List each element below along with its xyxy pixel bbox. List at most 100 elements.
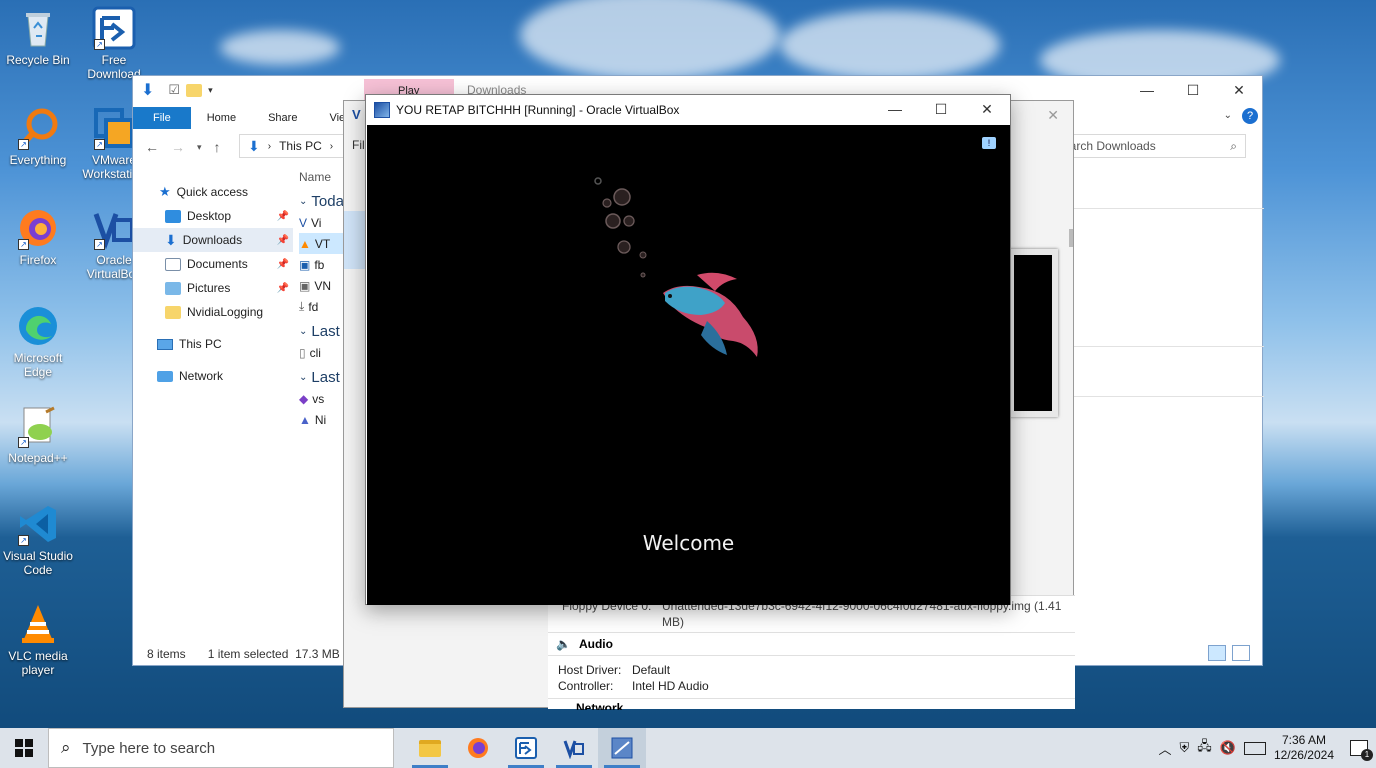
pin-icon[interactable]: 📌 bbox=[277, 259, 289, 270]
group-header[interactable]: ⌄ Last bbox=[299, 321, 349, 342]
breadcrumb-this-pc[interactable]: This PC bbox=[279, 139, 322, 153]
recent-chevron-icon[interactable]: ▾ bbox=[197, 142, 202, 153]
pin-icon[interactable]: 📌 bbox=[277, 211, 289, 222]
taskbar-virtualbox-vm[interactable] bbox=[598, 728, 646, 768]
network-section-header[interactable]: Network bbox=[548, 698, 1075, 710]
desktop-icon-label: Visual Studio Code bbox=[3, 549, 73, 577]
tab-file[interactable]: File bbox=[133, 107, 191, 129]
downloads-folder-icon: ⬇ bbox=[165, 231, 177, 248]
tab-share[interactable]: Share bbox=[252, 107, 313, 129]
desktop-icon-recycle-bin[interactable]: Recycle Bin bbox=[0, 6, 76, 67]
taskbar-clock[interactable]: 7:36 AM 12/26/2024 bbox=[1274, 733, 1334, 763]
notification-center-icon[interactable]: 1 bbox=[1350, 740, 1373, 761]
list-item[interactable]: V Vi bbox=[299, 212, 349, 233]
pin-icon[interactable]: 📌 bbox=[277, 235, 289, 246]
desktop-icon-label: Notepad++ bbox=[8, 451, 68, 465]
checkbox-icon[interactable]: ☑ bbox=[168, 82, 180, 98]
maximize-button[interactable]: ☐ bbox=[918, 95, 964, 123]
close-button[interactable]: ✕ bbox=[964, 95, 1010, 123]
group-label: Last bbox=[311, 369, 340, 386]
nav-quick-access[interactable]: ★ Quick access bbox=[133, 180, 293, 204]
right-pane-divider bbox=[1074, 396, 1264, 397]
status-selected-size: 17.3 MB bbox=[295, 647, 340, 661]
list-item[interactable]: ▣ fb bbox=[299, 254, 349, 275]
security-icon[interactable]: ⛨ bbox=[1179, 740, 1189, 756]
menu-file-partial[interactable]: Fil bbox=[352, 138, 365, 152]
list-item[interactable]: ◆ vs bbox=[299, 388, 349, 409]
file-explorer-icon bbox=[419, 739, 441, 757]
shortcut-arrow-icon: ↗ bbox=[94, 139, 105, 150]
nav-item-downloads[interactable]: ⬇ Downloads 📌 bbox=[133, 228, 293, 252]
vm-details-panel: Floppy Device 0: Unattended-13de7b3c-694… bbox=[548, 595, 1075, 710]
up-arrow-icon[interactable]: ↑ bbox=[214, 139, 221, 155]
audio-icon: 🔈 bbox=[556, 637, 571, 651]
nav-item-nvidialogging[interactable]: NvidiaLogging bbox=[133, 300, 293, 324]
desktop-icon-everything[interactable]: ↗ Everything bbox=[0, 106, 76, 167]
pin-icon[interactable]: 📌 bbox=[277, 283, 289, 294]
taskbar-firefox[interactable] bbox=[454, 728, 502, 768]
navigation-pane: ★ Quick access Desktop 📌 ⬇ Downloads 📌 D… bbox=[133, 180, 293, 388]
nav-network[interactable]: Network bbox=[133, 364, 293, 388]
tab-home[interactable]: Home bbox=[191, 107, 252, 129]
taskbar-free-download-manager[interactable] bbox=[502, 728, 550, 768]
status-selection: 1 item selected 17.3 MB bbox=[208, 647, 340, 661]
shortcut-arrow-icon: ↗ bbox=[18, 239, 29, 250]
taskbar-search-input[interactable]: ⌕ Type here to search bbox=[48, 728, 394, 768]
search-input[interactable]: Search Downloads ⌕ bbox=[1046, 134, 1246, 158]
list-item[interactable]: ▲ Ni bbox=[299, 409, 349, 430]
file-name: vs bbox=[312, 391, 325, 406]
chevron-down-icon: ⌄ bbox=[299, 326, 308, 337]
virtualbox-file-icon: V bbox=[299, 215, 308, 230]
start-button[interactable] bbox=[0, 728, 48, 768]
help-icon[interactable]: ? bbox=[1242, 108, 1258, 124]
list-item[interactable]: ▲ VT bbox=[299, 233, 349, 254]
vm-window-title: YOU RETAP BITCHHH [Running] - Oracle Vir… bbox=[396, 102, 680, 117]
group-header[interactable]: ⌄ Last bbox=[299, 367, 349, 388]
column-header-name[interactable]: Name bbox=[299, 166, 349, 187]
download-arrow-icon[interactable]: ⬇ bbox=[141, 80, 154, 100]
minimize-button[interactable]: — bbox=[872, 95, 918, 123]
close-button[interactable]: ✕ bbox=[1047, 107, 1059, 124]
list-item[interactable]: ▯ cli bbox=[299, 342, 349, 363]
free-download-manager-icon bbox=[515, 737, 537, 759]
virtualbox-window-icon bbox=[374, 101, 390, 118]
desktop-icon-vscode[interactable]: ↗ Visual Studio Code bbox=[0, 502, 76, 577]
network-status-icon[interactable]: 🖧 bbox=[1197, 737, 1212, 759]
desktop-icon-free-download[interactable]: ↗ Free Download bbox=[76, 6, 152, 81]
vm-guest-screen[interactable]: ! Welcome bbox=[367, 125, 1010, 605]
taskbar-file-explorer[interactable] bbox=[406, 728, 454, 768]
minimize-button[interactable]: — bbox=[1124, 76, 1170, 104]
nav-this-pc[interactable]: This PC bbox=[133, 332, 293, 356]
scroll-indicator[interactable] bbox=[1069, 229, 1073, 247]
nav-item-pictures[interactable]: Pictures 📌 bbox=[133, 276, 293, 300]
details-view-icon[interactable] bbox=[1208, 645, 1226, 661]
audio-section-header[interactable]: 🔈 Audio bbox=[548, 632, 1075, 656]
nav-quick-access-label: Quick access bbox=[176, 185, 249, 199]
list-item[interactable]: ⤓ fd bbox=[299, 296, 349, 317]
vm-preview-thumbnail bbox=[1008, 249, 1058, 417]
nav-item-documents[interactable]: Documents 📌 bbox=[133, 252, 293, 276]
keyboard-icon[interactable] bbox=[1243, 741, 1266, 755]
close-button[interactable]: ✕ bbox=[1216, 76, 1262, 104]
desktop-icon-firefox[interactable]: ↗ Firefox bbox=[0, 206, 76, 267]
selected-vm-row[interactable] bbox=[344, 211, 366, 269]
ribbon-expand-icon[interactable]: ⌄ bbox=[1224, 110, 1232, 121]
volume-muted-icon[interactable]: 🔇 bbox=[1220, 740, 1236, 756]
desktop-icon-edge[interactable]: Microsoft Edge bbox=[0, 304, 76, 379]
desktop-icon-vlc[interactable]: VLC media player bbox=[0, 602, 76, 677]
back-arrow-icon[interactable]: ← bbox=[145, 139, 159, 155]
nav-item-desktop[interactable]: Desktop 📌 bbox=[133, 204, 293, 228]
folder-icon[interactable] bbox=[186, 83, 203, 97]
group-header[interactable]: ⌄ Today bbox=[299, 191, 351, 212]
vm-running-window[interactable]: YOU RETAP BITCHHH [Running] - Oracle Vir… bbox=[365, 94, 1011, 605]
desktop-icon-notepadpp[interactable]: ↗ Notepad++ bbox=[0, 404, 76, 465]
maximize-button[interactable]: ☐ bbox=[1170, 76, 1216, 104]
taskbar-virtualbox-manager[interactable] bbox=[550, 728, 598, 768]
show-hidden-icons-chevron-icon[interactable]: ︿ bbox=[1158, 739, 1171, 758]
documents-icon bbox=[165, 257, 181, 271]
chevron-down-icon[interactable]: ▾ bbox=[208, 85, 213, 96]
forward-arrow-icon[interactable]: → bbox=[171, 139, 185, 155]
desktop-icon-label: Firefox bbox=[19, 253, 57, 267]
large-icons-view-icon[interactable] bbox=[1232, 645, 1250, 661]
list-item[interactable]: ▣ VN bbox=[299, 275, 349, 296]
